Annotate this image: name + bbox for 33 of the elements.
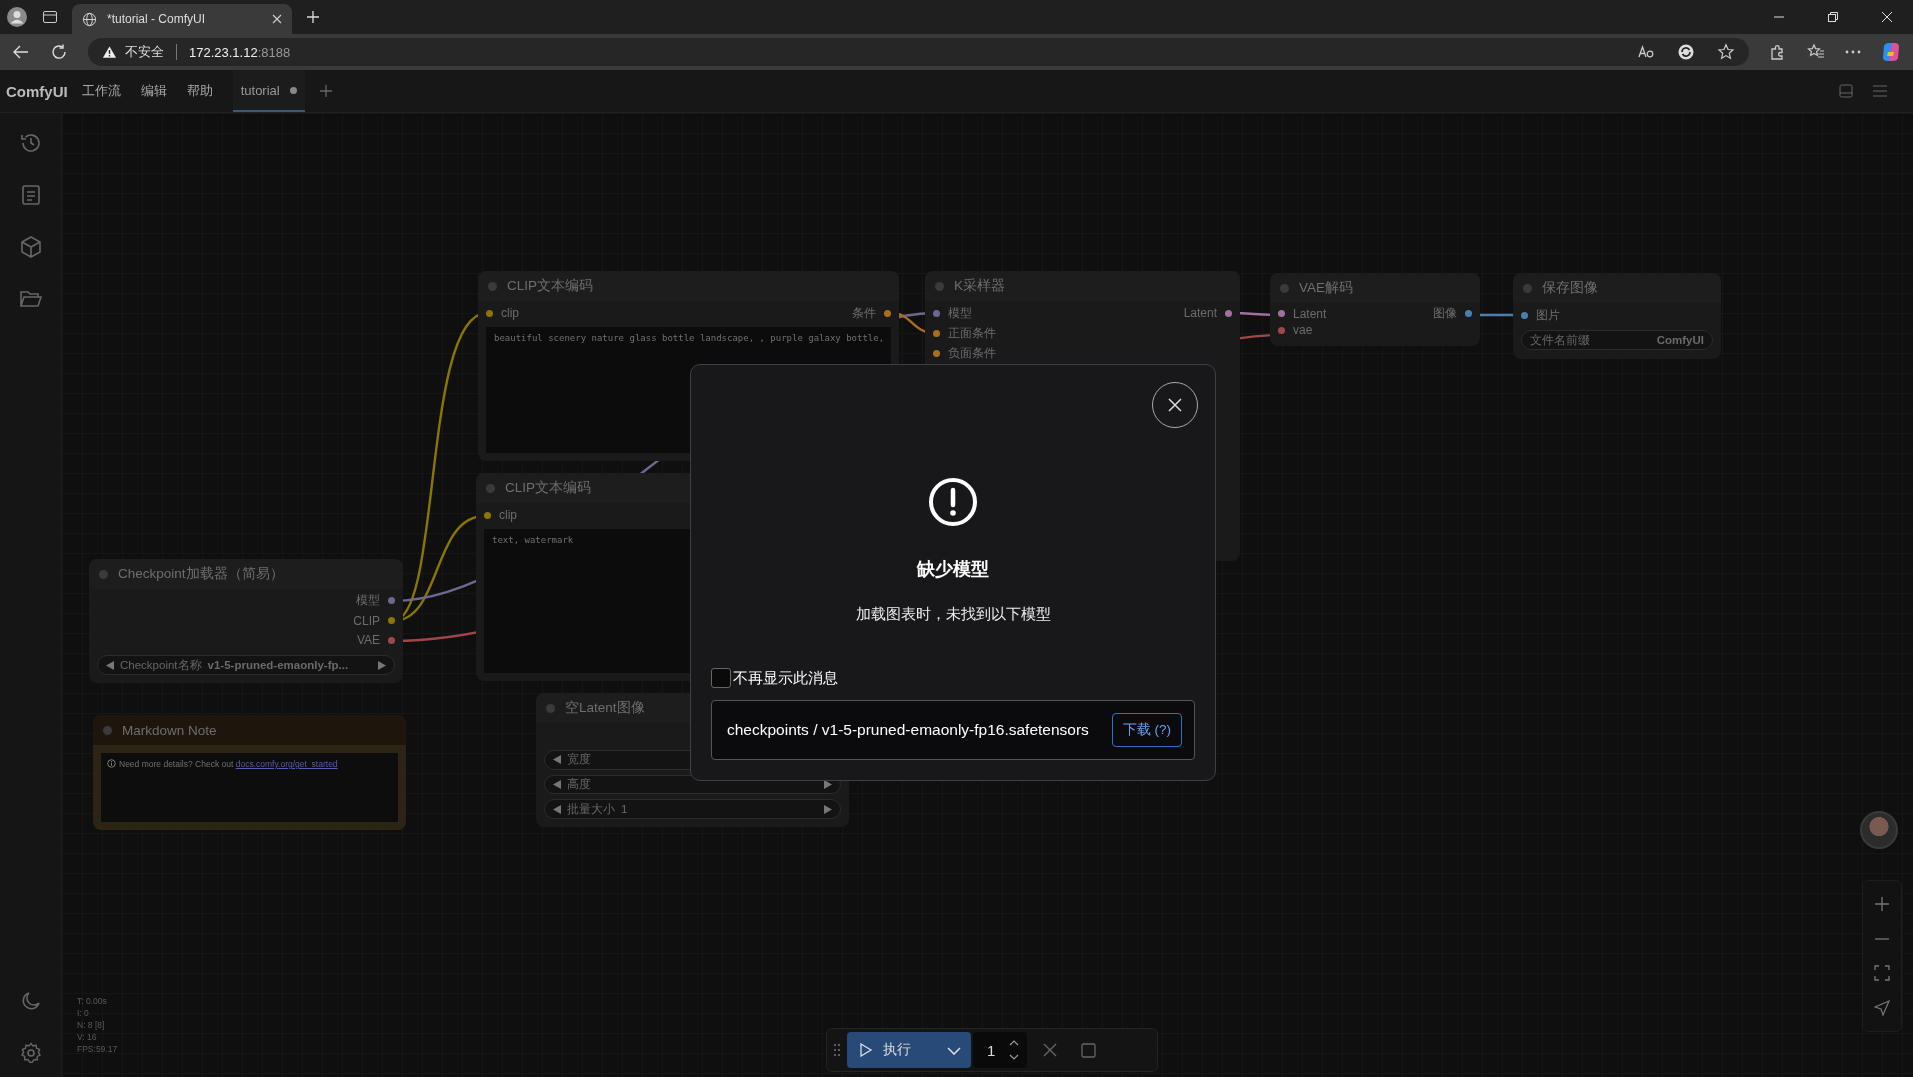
stats-text: N: 8 [8] [77,1019,106,1031]
output-label: Latent [1183,306,1217,320]
input-label: 模型 [948,304,972,322]
output-label: 条件 [852,304,876,322]
node-title: CLIP文本编码 [507,277,593,295]
node-title: CLIP文本编码 [505,479,591,497]
stats-text: V: 16 [77,1031,98,1043]
output-label: CLIP [353,613,380,628]
node-title: 保存图像 [1542,279,1598,297]
stats-text: T: 0.00s [77,995,108,1007]
input-label: vae [1293,323,1313,337]
stats-text: FPS:59.17 [77,1043,118,1055]
input-label: 图片 [1536,306,1560,324]
model-path: checkpoints / v1-5-pruned-emaonly-fp16.safetensors [727,721,1089,739]
app-logo: ComfyUI [6,82,68,100]
node-title: 空Latent图像 [565,699,645,717]
input-label: clip [499,508,517,522]
node-title: Checkpoint加载器（简易） [118,565,284,583]
node-title: K采样器 [954,277,1005,295]
node-title: Markdown Note [122,722,217,738]
input-label: clip [501,306,519,320]
input-label: Latent [1293,306,1327,321]
url-text: 172.23.1.12:8188 [189,44,291,60]
note-text: Need more details? Check out docs.comfy.org/get_started [119,759,338,769]
stats-text: I: 0 [77,1007,90,1019]
not-secure-label: 不安全 [125,43,164,61]
input-label: 负面条件 [948,344,996,362]
dialog-title: 缺少模型 [917,558,989,581]
output-label: 图像 [1433,305,1457,322]
input-label: 正面条件 [948,324,996,342]
output-label: VAE [356,633,380,648]
node-title: VAE解码 [1299,279,1353,297]
output-label: 模型 [356,592,380,610]
